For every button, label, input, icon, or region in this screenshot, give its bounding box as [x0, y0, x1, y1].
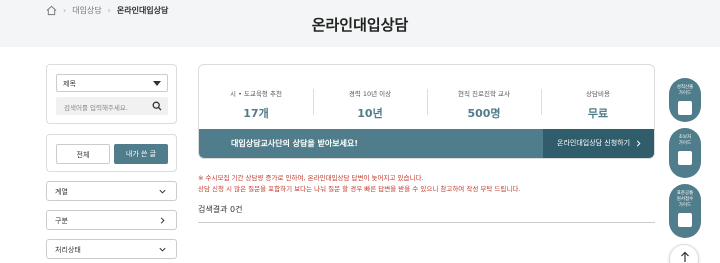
- chevron-down-icon: [159, 247, 166, 252]
- document-icon: [678, 151, 692, 165]
- grade-guide-button[interactable]: 성적산출 가이드: [669, 78, 701, 122]
- stat-value: 500명: [467, 107, 501, 120]
- notice-line: 상담 신청 시 많은 질문을 포함하기 보다는 나눠 질문 할 경우 빠른 답변…: [198, 185, 521, 193]
- filter-status[interactable]: 처리상태: [46, 239, 177, 259]
- divider: [198, 222, 655, 223]
- stat-value: 무료: [587, 107, 609, 120]
- filter-status-label: 처리상태: [55, 246, 81, 254]
- beginner-guide-label: 초보자 가이드: [678, 135, 692, 146]
- stat-label: 상담비용: [586, 90, 610, 98]
- arrow-up-icon: [681, 251, 689, 262]
- apply-consultation-button[interactable]: 온라인대입상담 신청하기: [543, 129, 654, 158]
- stat-value: 10년: [357, 107, 383, 120]
- chevron-right-icon: [636, 140, 641, 147]
- stat-label: 현직 진로진학 교사: [458, 90, 510, 98]
- cta-bar: 대입상담교사단의 상담을 받아보세요! 온라인대입상담 신청하기: [199, 129, 654, 158]
- tab-panel: 전체 내가 쓴 글: [46, 134, 177, 172]
- search-input-placeholder: 검색어를 입력해주세요.: [64, 104, 128, 112]
- apply-consultation-label: 온라인대입상담 신청하기: [557, 139, 631, 147]
- stats-card: 시 • 도교육청 추천 17개 경력 10년 이상 10년 현직 진로진학 교사…: [198, 64, 655, 159]
- chevron-right-icon: [160, 217, 165, 224]
- beginner-guide-button[interactable]: 초보자 가이드: [669, 128, 701, 178]
- stat-value: 17개: [243, 107, 269, 120]
- tab-all[interactable]: 전체: [56, 144, 110, 164]
- caret-down-icon: [153, 81, 161, 86]
- tab-my-posts[interactable]: 내가 쓴 글: [114, 144, 168, 164]
- stat-experience: 경력 10년 이상 10년: [313, 88, 427, 121]
- filter-type[interactable]: 구분: [46, 210, 177, 230]
- stat-cost: 상담비용 무료: [541, 88, 654, 121]
- grade-guide-label: 성적산출 가이드: [676, 85, 694, 96]
- search-icon[interactable]: [152, 101, 162, 111]
- filter-category[interactable]: 계열: [46, 181, 177, 201]
- application-guide-label: 표준공통 원서접수 가이드: [676, 191, 694, 208]
- search-field-select[interactable]: 제목: [56, 74, 168, 92]
- notice-text: ※ 수시모집 기간 상담량 증가로 인하여, 온라인대입상담 답변이 늦어지고 …: [198, 173, 520, 195]
- edit-icon: [678, 213, 692, 227]
- notice-line: ※ 수시모집 기간 상담량 증가로 인하여, 온라인대입상담 답변이 늦어지고 …: [198, 174, 424, 182]
- stat-label: 경력 10년 이상: [348, 90, 392, 98]
- cta-text: 대입상담교사단의 상담을 받아보세요!: [231, 139, 358, 148]
- scroll-top-button[interactable]: [669, 244, 699, 263]
- page-title: 온라인대입상담: [311, 16, 409, 34]
- filter-category-label: 계열: [55, 188, 68, 196]
- stat-label: 시 • 도교육청 추천: [230, 90, 282, 98]
- application-guide-button[interactable]: 표준공통 원서접수 가이드: [669, 184, 701, 238]
- filter-type-label: 구분: [55, 217, 68, 225]
- stat-recommendation: 시 • 도교육청 추천 17개: [199, 88, 313, 121]
- calculator-icon: [678, 101, 692, 115]
- chevron-down-icon: [159, 189, 166, 194]
- stat-teachers: 현직 진로진학 교사 500명: [427, 88, 541, 121]
- result-count: 검색결과 0건: [198, 205, 243, 214]
- search-field-select-value: 제목: [63, 80, 76, 88]
- search-panel: 제목 검색어를 입력해주세요.: [46, 64, 177, 124]
- search-input[interactable]: 검색어를 입력해주세요.: [56, 97, 168, 115]
